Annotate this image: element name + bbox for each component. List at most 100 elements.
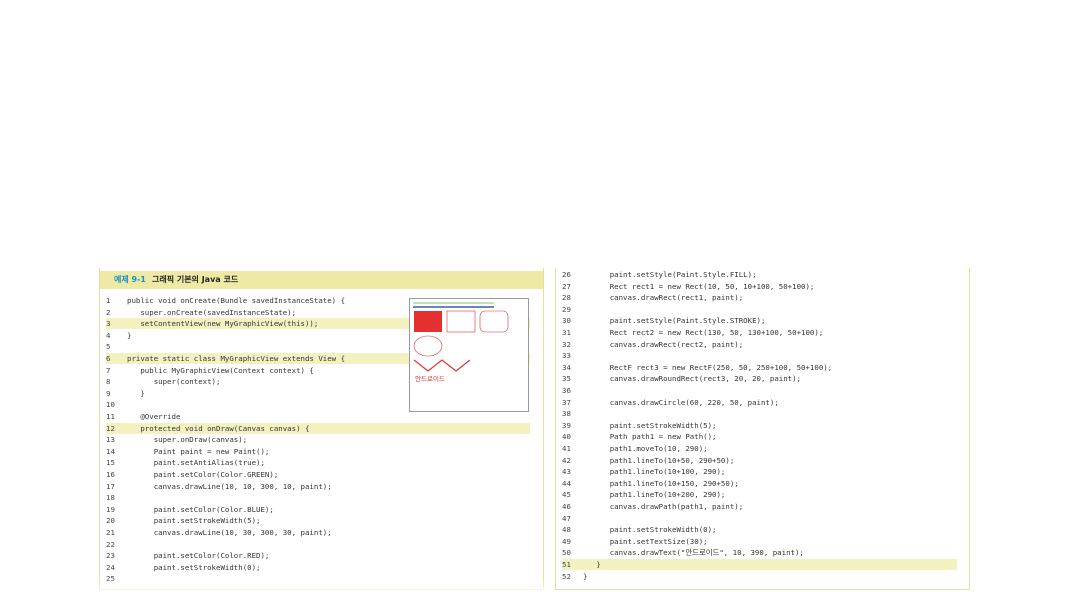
preview-filled-rect [414, 311, 442, 332]
line-number: 8 [106, 377, 111, 387]
code-text: public MyGraphicView(Context context) { [127, 365, 314, 375]
line-number: 5 [106, 342, 111, 352]
preview-circle [413, 335, 443, 357]
line-number: 48 [562, 525, 571, 535]
line-number: 52 [562, 571, 571, 581]
line-number: 32 [562, 339, 571, 349]
code-text: paint.setStyle(Paint.Style.STROKE); [583, 316, 766, 326]
code-text: paint.setColor(Color.BLUE); [127, 504, 274, 514]
code-line: 34 RectF rect3 = new RectF(250, 50, 250+… [562, 362, 957, 373]
line-number: 35 [562, 374, 571, 384]
line-number: 12 [106, 423, 115, 433]
code-text: path1.lineTo(10+50, 290+50); [583, 455, 735, 465]
line-number: 33 [562, 351, 571, 361]
code-line: 46 canvas.drawPath(path1, paint); [562, 501, 957, 512]
line-number: 7 [106, 365, 111, 375]
code-text: super(context); [127, 377, 221, 387]
code-line: 49 paint.setTextSize(30); [562, 536, 957, 547]
line-number: 30 [562, 316, 571, 326]
line-number: 10 [106, 400, 115, 410]
code-line: 16 paint.setColor(Color.GREEN); [106, 469, 530, 480]
code-line: 47 [562, 513, 957, 524]
code-text: paint.setStyle(Paint.Style.FILL); [583, 270, 757, 279]
code-line: 12 protected void onDraw(Canvas canvas) … [106, 422, 530, 434]
code-text: public void onCreate(Bundle savedInstanc… [127, 296, 346, 305]
code-text: canvas.drawPath(path1, paint); [583, 502, 744, 511]
code-line: 31 Rect rect2 = new Rect(130, 50, 130+10… [562, 327, 957, 338]
line-number: 9 [106, 388, 111, 398]
code-text: canvas.drawLine(10, 10, 300, 10, paint); [127, 481, 332, 491]
line-number: 14 [106, 446, 115, 456]
code-line: 33 [562, 350, 957, 361]
line-number: 39 [562, 420, 571, 430]
code-line: 28 canvas.drawRect(rect1, paint); [562, 292, 957, 303]
line-number: 34 [562, 362, 571, 372]
code-line: 48 paint.setStrokeWidth(0); [562, 524, 957, 535]
code-line: 35 canvas.drawRoundRect(rect3, 20, 20, p… [562, 373, 957, 384]
line-number: 24 [106, 562, 115, 572]
code-text: Paint paint = new Paint(); [127, 446, 270, 456]
code-text: canvas.drawLine(10, 30, 300, 30, paint); [127, 528, 332, 537]
line-number: 11 [106, 412, 115, 421]
line-number: 27 [562, 281, 571, 291]
code-line: 18 [106, 492, 530, 503]
code-text: path1.moveTo(10, 290); [583, 444, 708, 453]
code-text: RectF rect3 = new RectF(250, 50, 250+100… [583, 362, 833, 372]
code-line: 50 canvas.drawText("안드로이드", 10, 390, pai… [562, 547, 957, 558]
code-text: super.onDraw(canvas); [127, 435, 248, 445]
line-number: 18 [106, 493, 115, 503]
code-line: 21 canvas.drawLine(10, 30, 300, 30, pain… [106, 527, 530, 538]
line-number: 22 [106, 539, 115, 549]
code-text: Rect rect1 = new Rect(10, 50, 10+100, 50… [583, 281, 815, 291]
line-number: 3 [106, 319, 111, 329]
line-number: 45 [562, 490, 571, 500]
code-text: } [583, 571, 588, 581]
code-text: paint.setStrokeWidth(5); [583, 420, 717, 430]
code-text: } [127, 388, 145, 398]
line-number: 36 [562, 386, 571, 395]
code-text: paint.setColor(Color.GREEN); [127, 470, 279, 479]
example-title-bar: 예제 9-1 그래픽 기본의 Java 코드 [100, 271, 543, 289]
line-number: 31 [562, 328, 571, 337]
preview-zigzag-path [413, 359, 471, 372]
code-text: @Override [127, 412, 181, 421]
line-number: 20 [106, 516, 115, 526]
code-line: 30 paint.setStyle(Paint.Style.STROKE); [562, 315, 957, 326]
line-number: 2 [106, 307, 111, 317]
line-number: 15 [106, 458, 115, 468]
preview-round-rect [479, 310, 509, 333]
code-line: 32 canvas.drawRect(rect2, paint); [562, 339, 957, 350]
code-line: 38 [562, 408, 957, 419]
line-number: 49 [562, 536, 571, 546]
line-number: 1 [106, 296, 111, 305]
line-number: 17 [106, 481, 115, 491]
code-text: paint.setStrokeWidth(0); [583, 525, 717, 535]
code-text: protected void onDraw(Canvas canvas) { [127, 423, 310, 433]
line-number: 46 [562, 502, 571, 511]
line-number: 41 [562, 444, 571, 453]
bottom-fade [94, 578, 549, 608]
code-line: 40 Path path1 = new Path(); [562, 431, 957, 442]
code-line: 27 Rect rect1 = new Rect(10, 50, 10+100,… [562, 281, 957, 292]
code-line: 23 paint.setColor(Color.RED); [106, 550, 530, 561]
line-number: 19 [106, 504, 115, 514]
code-text: Path path1 = new Path(); [583, 432, 717, 442]
line-number: 44 [562, 478, 571, 488]
code-line: 29 [562, 304, 957, 315]
code-text: Rect rect2 = new Rect(130, 50, 130+100, … [583, 328, 824, 337]
code-panel-right: 26 paint.setStyle(Paint.Style.FILL); 27 R… [555, 268, 970, 590]
code-text: } [127, 330, 132, 340]
code-text: paint.setAntiAlias(true); [127, 458, 265, 468]
code-text: paint.setStrokeWidth(0); [127, 562, 261, 572]
code-line: 13 super.onDraw(canvas); [106, 434, 530, 445]
code-text: } [583, 560, 601, 569]
code-text: canvas.drawRect(rect1, paint); [583, 293, 744, 303]
code-line: 19 paint.setColor(Color.BLUE); [106, 504, 530, 515]
code-line: 44 path1.lineTo(10+150, 290+50); [562, 478, 957, 489]
code-text: path1.lineTo(10+100, 290); [583, 467, 726, 477]
code-line: 26 paint.setStyle(Paint.Style.FILL); [562, 269, 957, 280]
code-line: 45 path1.lineTo(10+200, 290); [562, 489, 957, 500]
code-text: canvas.drawRect(rect2, paint); [583, 339, 744, 349]
line-number: 23 [106, 551, 115, 561]
line-number: 50 [562, 548, 571, 558]
